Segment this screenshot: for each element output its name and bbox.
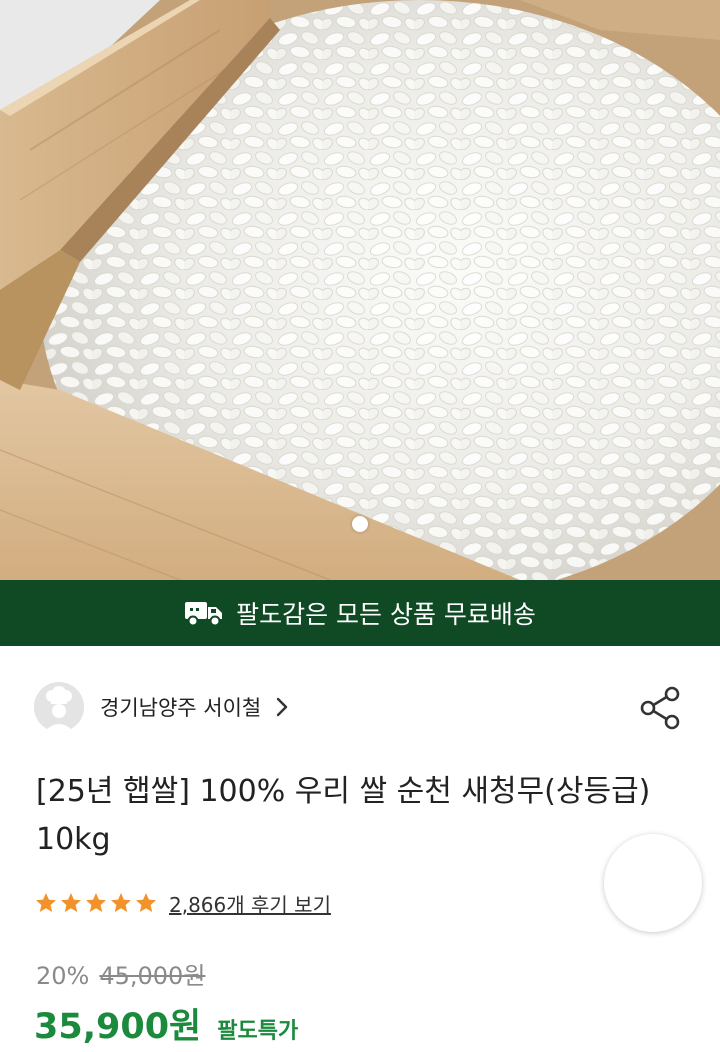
original-price: 45,000원	[99, 962, 206, 990]
seller-link[interactable]: 경기남양주 서이철	[34, 682, 289, 732]
share-icon[interactable]	[636, 684, 684, 732]
star-rating	[34, 891, 159, 915]
star-icon	[136, 893, 156, 912]
chevron-right-icon	[277, 697, 288, 717]
star-icon	[111, 893, 131, 912]
product-image[interactable]	[0, 0, 720, 580]
carousel-indicator-dot[interactable]	[352, 516, 368, 532]
final-price-row: 35,900원 팔도특가	[34, 998, 298, 1049]
banner-text: 팔도감은 모든 상품 무료배송	[236, 600, 536, 629]
star-icon	[61, 893, 81, 912]
rating-row: 2,866개 후기 보기	[34, 888, 331, 918]
final-price: 35,900원	[34, 1007, 202, 1047]
seller-name: 경기남양주 서이철	[100, 696, 262, 720]
original-price-row: 20% 45,000원	[36, 956, 205, 991]
star-icon	[86, 893, 106, 912]
floating-action-button[interactable]	[604, 834, 702, 932]
truck-icon	[185, 602, 223, 627]
product-title: [25년 햅쌀] 100% 우리 쌀 순천 새청무(상등급) 10kg	[36, 774, 651, 857]
discount-rate: 20%	[36, 962, 90, 990]
chef-avatar-icon	[34, 682, 84, 732]
rice-photo	[0, 0, 720, 580]
free-shipping-banner: 팔도감은 모든 상품 무료배송	[0, 580, 720, 646]
star-icon	[36, 893, 56, 912]
special-price-tag: 팔도특가	[217, 1019, 299, 1044]
product-page: 팔도감은 모든 상품 무료배송 경기남양주 서이철 [25년 햅쌀] 100% …	[0, 0, 720, 1052]
review-link[interactable]: 2,866개 후기 보기	[169, 889, 331, 918]
